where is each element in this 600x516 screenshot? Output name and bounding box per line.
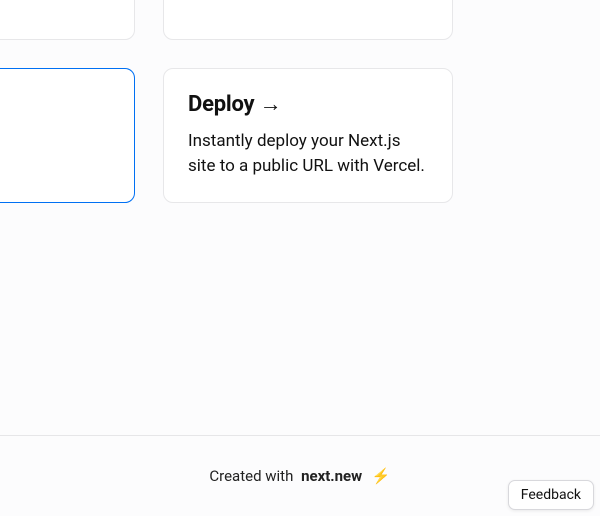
card-examples-desc: loy boilerplate rojects. <box>0 129 110 178</box>
card-examples[interactable]: Examples → loy boilerplate rojects. <box>0 68 135 203</box>
card-deploy-desc: Instantly deploy your Next.js site to a … <box>188 129 428 178</box>
footer-text: Created with next.new ⚡ <box>209 467 390 485</box>
card-deploy-title: Deploy → <box>188 91 428 117</box>
card-docs[interactable]: . nd API. <box>0 0 135 40</box>
card-examples-title: Examples → <box>0 91 110 117</box>
card-deploy[interactable]: Deploy → Instantly deploy your Next.js s… <box>163 68 453 203</box>
card-learn[interactable]: . interactive course with quizzes! <box>163 0 453 40</box>
arrow-icon: → <box>260 92 282 117</box>
footer-brand[interactable]: next.new <box>301 467 362 485</box>
lightning-icon: ⚡ <box>372 467 391 485</box>
feedback-button[interactable]: Feedback <box>508 480 594 510</box>
card-grid: . nd API. . interactive course with quiz… <box>0 0 453 203</box>
